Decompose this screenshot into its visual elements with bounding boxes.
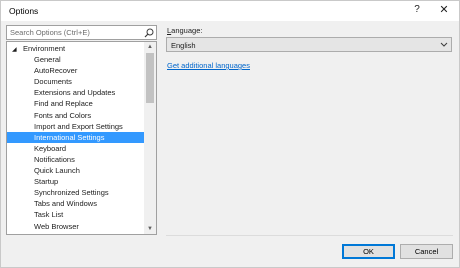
tree-item-label: International Settings (34, 132, 105, 142)
tree-item-label: Find and Replace (34, 99, 93, 109)
separator (166, 235, 453, 236)
close-icon[interactable]: ✕ (437, 3, 451, 16)
tree-item[interactable]: Web Browser (7, 221, 145, 232)
options-dialog: Options ? ✕ ◢Environment GeneralAutoReco… (0, 0, 460, 268)
get-languages-link[interactable]: Get additional languages (167, 61, 250, 70)
scroll-thumb[interactable] (146, 53, 154, 103)
tree-item[interactable]: International Settings (7, 131, 145, 143)
tree-item-label: Import and Export Settings (34, 121, 123, 131)
search-icon[interactable] (144, 28, 154, 38)
tree-item-label: Notifications (34, 154, 75, 164)
tree-item-label: Web Browser (34, 221, 79, 231)
tree-item[interactable]: Startup (7, 176, 145, 187)
ok-button[interactable]: OK (342, 244, 395, 259)
tree-item[interactable]: Quick Launch (7, 165, 145, 176)
tree-item-label: Tabs and Windows (34, 199, 97, 209)
chevron-down-icon[interactable] (440, 42, 448, 48)
tree-item-label: Environment (23, 44, 66, 53)
tree-item-label: Keyboard (34, 143, 67, 153)
tree-item-environment[interactable]: ◢ Environment (7, 43, 145, 54)
search-input[interactable] (7, 26, 141, 39)
tree-item[interactable]: Extensions and Updates (7, 87, 145, 98)
tree-item[interactable]: General (7, 54, 145, 65)
tree-item[interactable]: Import and Export Settings (7, 121, 145, 132)
search-box[interactable] (6, 25, 157, 40)
scroll-down-icon[interactable]: ▼ (144, 224, 156, 234)
title-bar[interactable]: Options ? ✕ (1, 1, 459, 21)
tree-item-label: Startup (34, 177, 59, 187)
tree-item[interactable]: Tabs and Windows (7, 198, 145, 209)
language-dropdown[interactable]: English (166, 37, 452, 52)
tree-item-label: Task List (34, 210, 64, 220)
tree-item-label: AutoRecover (34, 66, 78, 76)
tree-item-label: Fonts and Colors (34, 110, 92, 120)
tree-item[interactable]: AutoRecover (7, 65, 145, 76)
dialog-title: Options (9, 6, 39, 16)
tree-item-label: Synchronized Settings (34, 188, 109, 198)
tree-item[interactable]: Notifications (7, 154, 145, 165)
tree-list: ◢ Environment General AutoRecover Documents… (7, 43, 145, 232)
tree-item[interactable]: Documents (7, 76, 145, 87)
tree-item-label: Quick Launch (34, 166, 80, 176)
language-label: Language: (167, 26, 202, 35)
tree-item[interactable]: Task List (7, 209, 145, 220)
language-label-text: anguage: (171, 26, 203, 35)
tree-item-label: Documents (34, 77, 72, 87)
tree-item[interactable]: Keyboard (7, 143, 145, 154)
help-icon[interactable]: ? (411, 4, 423, 15)
tree-item[interactable]: Fonts and Colors (7, 110, 145, 121)
expand-arrow-icon[interactable]: ◢ (12, 45, 23, 56)
options-tree[interactable]: ◢ Environment General AutoRecover Documents… (6, 41, 157, 235)
language-selected-value: English (171, 41, 196, 50)
scroll-up-icon[interactable]: ▲ (144, 42, 156, 52)
tree-item-label: Extensions and Updates (34, 88, 116, 98)
tree-item[interactable]: Find and Replace (7, 98, 145, 109)
cancel-button[interactable]: Cancel (400, 244, 453, 259)
tree-scrollbar[interactable]: ▲ ▼ (144, 42, 156, 234)
tree-item[interactable]: Synchronized Settings (7, 187, 145, 198)
tree-item-label: General (34, 55, 61, 65)
